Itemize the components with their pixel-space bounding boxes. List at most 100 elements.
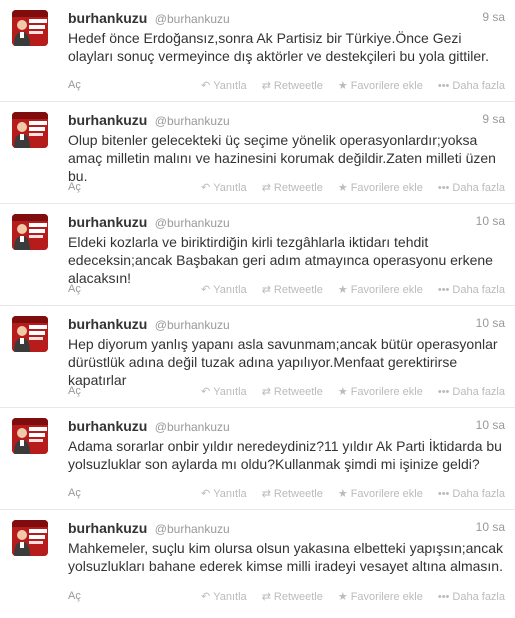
reply-label: Yanıtla [213, 80, 247, 92]
tweet-text: Hedef önce Erdoğansız,sonra Ak Partisiz … [68, 30, 489, 64]
fullname[interactable]: burhankuzu [68, 214, 147, 230]
avatar[interactable] [12, 520, 48, 556]
star-icon: ★ [337, 488, 348, 500]
tweet-footer: Aç ↶ Yanıtla ⇄ Retweetle ★ Favorilere ekle •••… [68, 79, 505, 93]
tweet-text: Hep diyorum yanlış yapanı asla savunmam;… [68, 336, 498, 388]
tweet[interactable]: burhankuzu @burhankuzu 10 sa Eldeki kozl… [0, 204, 515, 306]
expand-link[interactable]: Aç [68, 590, 81, 602]
reply-button[interactable]: ↶ Yanıtla [201, 182, 247, 194]
reply-icon: ↶ [201, 386, 211, 398]
reply-button[interactable]: ↶ Yanıtla [201, 488, 247, 500]
favorite-label: Favorilere ekle [350, 488, 423, 500]
favorite-button[interactable]: ★ Favorilere ekle [338, 80, 423, 92]
expand-link[interactable]: Aç [68, 79, 81, 91]
tweet-text: Eldeki kozlarla ve biriktirdiğin kirli t… [68, 234, 493, 286]
tweet-actions: ↶ Yanıtla ⇄ Retweetle ★ Favorilere ekle ••• Dah… [186, 283, 505, 296]
more-button[interactable]: ••• Daha fazla [438, 591, 505, 603]
reply-icon: ↶ [201, 488, 211, 500]
more-button[interactable]: ••• Daha fazla [438, 488, 505, 500]
expand-link[interactable]: Aç [68, 385, 81, 397]
favorite-button[interactable]: ★ Favorilere ekle [338, 182, 423, 194]
tweet[interactable]: burhankuzu @burhankuzu 10 sa Mahkemeler,… [0, 510, 515, 612]
more-label: Daha fazla [452, 386, 505, 398]
tweet-actions: ↶ Yanıtla ⇄ Retweetle ★ Favorilere ekle ••• Dah… [186, 385, 505, 398]
timestamp[interactable]: 10 sa [476, 520, 505, 534]
retweet-button[interactable]: ⇄ Retweetle [262, 80, 323, 92]
fullname[interactable]: burhankuzu [68, 112, 147, 128]
more-label: Daha fazla [452, 182, 505, 194]
reply-label: Yanıtla [213, 591, 247, 603]
more-button[interactable]: ••• Daha fazla [438, 284, 505, 296]
reply-button[interactable]: ↶ Yanıtla [201, 591, 247, 603]
favorite-button[interactable]: ★ Favorilere ekle [338, 284, 423, 296]
fullname[interactable]: burhankuzu [68, 10, 147, 26]
favorite-label: Favorilere ekle [350, 182, 423, 194]
fullname[interactable]: burhankuzu [68, 418, 147, 434]
retweet-button[interactable]: ⇄ Retweetle [262, 182, 323, 194]
tweet-actions: ↶ Yanıtla ⇄ Retweetle ★ Favorilere ekle ••• Dah… [186, 79, 505, 92]
avatar[interactable] [12, 112, 48, 148]
more-button[interactable]: ••• Daha fazla [438, 182, 505, 194]
star-icon: ★ [337, 80, 348, 92]
more-dots-icon: ••• [437, 182, 450, 194]
tweet-text: Adama sorarlar onbir yıldır neredeydiniz… [68, 438, 502, 472]
timestamp[interactable]: 9 sa [482, 112, 505, 126]
retweet-icon: ⇄ [261, 80, 271, 92]
username[interactable]: @burhankuzu [155, 12, 230, 26]
fullname[interactable]: burhankuzu [68, 316, 147, 332]
favorite-label: Favorilere ekle [350, 80, 423, 92]
timestamp[interactable]: 10 sa [476, 214, 505, 228]
tweet[interactable]: burhankuzu @burhankuzu 10 sa Adama sorar… [0, 408, 515, 510]
avatar[interactable] [12, 10, 48, 46]
expand-link[interactable]: Aç [68, 181, 81, 193]
more-dots-icon: ••• [437, 488, 450, 500]
tweet-header: burhankuzu @burhankuzu 10 sa [68, 520, 505, 536]
reply-icon: ↶ [201, 284, 211, 296]
more-dots-icon: ••• [437, 284, 450, 296]
more-button[interactable]: ••• Daha fazla [438, 386, 505, 398]
tweet[interactable]: burhankuzu @burhankuzu 9 sa Hedef önce E… [0, 0, 515, 102]
tweet-header: burhankuzu @burhankuzu 9 sa [68, 10, 505, 26]
star-icon: ★ [337, 591, 348, 603]
favorite-button[interactable]: ★ Favorilere ekle [338, 386, 423, 398]
retweet-button[interactable]: ⇄ Retweetle [262, 488, 323, 500]
tweet-footer: Aç ↶ Yanıtla ⇄ Retweetle ★ Favorilere ekle •••… [68, 385, 505, 399]
favorite-label: Favorilere ekle [350, 591, 423, 603]
fullname[interactable]: burhankuzu [68, 520, 147, 536]
timestamp[interactable]: 9 sa [482, 10, 505, 24]
username[interactable]: @burhankuzu [155, 522, 230, 536]
favorite-button[interactable]: ★ Favorilere ekle [338, 591, 423, 603]
avatar[interactable] [12, 418, 48, 454]
more-label: Daha fazla [452, 488, 505, 500]
timestamp[interactable]: 10 sa [476, 316, 505, 330]
more-label: Daha fazla [452, 284, 505, 296]
username[interactable]: @burhankuzu [155, 420, 230, 434]
favorite-button[interactable]: ★ Favorilere ekle [338, 488, 423, 500]
reply-button[interactable]: ↶ Yanıtla [201, 386, 247, 398]
avatar[interactable] [12, 214, 48, 250]
reply-button[interactable]: ↶ Yanıtla [201, 284, 247, 296]
username[interactable]: @burhankuzu [155, 114, 230, 128]
retweet-button[interactable]: ⇄ Retweetle [262, 284, 323, 296]
avatar[interactable] [12, 316, 48, 352]
retweet-icon: ⇄ [261, 386, 271, 398]
username[interactable]: @burhankuzu [155, 318, 230, 332]
username[interactable]: @burhankuzu [155, 216, 230, 230]
reply-button[interactable]: ↶ Yanıtla [201, 80, 247, 92]
more-label: Daha fazla [452, 591, 505, 603]
timestamp[interactable]: 10 sa [476, 418, 505, 432]
star-icon: ★ [337, 182, 348, 194]
tweet-footer: Aç ↶ Yanıtla ⇄ Retweetle ★ Favorilere ekle •••… [68, 487, 505, 501]
retweet-button[interactable]: ⇄ Retweetle [262, 591, 323, 603]
tweet[interactable]: burhankuzu @burhankuzu 10 sa Hep diyorum… [0, 306, 515, 408]
expand-link[interactable]: Aç [68, 487, 81, 499]
tweet[interactable]: burhankuzu @burhankuzu 9 sa Olup bitenle… [0, 102, 515, 204]
reply-label: Yanıtla [213, 284, 247, 296]
reply-icon: ↶ [201, 80, 211, 92]
retweet-button[interactable]: ⇄ Retweetle [262, 386, 323, 398]
retweet-label: Retweetle [273, 591, 323, 603]
more-button[interactable]: ••• Daha fazla [438, 80, 505, 92]
star-icon: ★ [337, 386, 348, 398]
tweet-footer: Aç ↶ Yanıtla ⇄ Retweetle ★ Favorilere ekle •••… [68, 181, 505, 195]
expand-link[interactable]: Aç [68, 283, 81, 295]
